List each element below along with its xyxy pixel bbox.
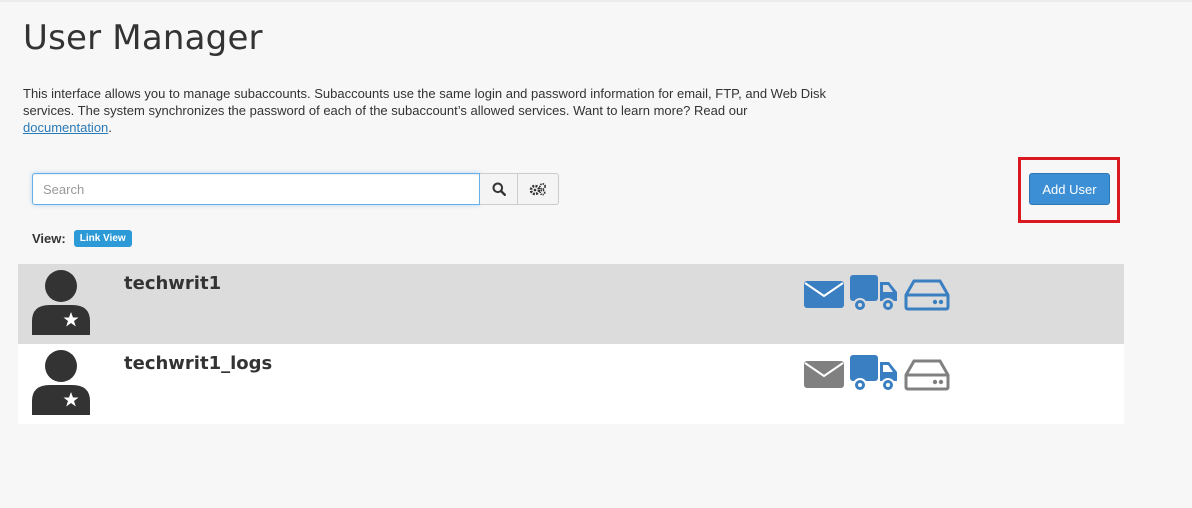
- envelope-icon: [804, 361, 844, 388]
- envelope-icon: [804, 281, 844, 308]
- description-suffix: .: [108, 120, 112, 135]
- view-switcher: View: Link View: [32, 230, 132, 247]
- truck-icon: [850, 275, 897, 312]
- user-avatar-icon: [32, 270, 90, 335]
- user-row[interactable]: techwrit1: [18, 264, 1124, 344]
- settings-button[interactable]: [518, 173, 559, 205]
- search-group: [32, 173, 559, 205]
- description-text: This interface allows you to manage suba…: [23, 86, 827, 118]
- username[interactable]: techwrit1: [124, 273, 221, 294]
- gears-icon: [529, 183, 546, 196]
- email-service[interactable]: [804, 278, 844, 310]
- top-border: [0, 0, 1192, 2]
- service-icons: [804, 354, 956, 394]
- search-icon: [492, 182, 506, 196]
- view-label: View:: [32, 231, 66, 246]
- user-avatar-icon: [32, 350, 90, 415]
- documentation-link[interactable]: documentation: [23, 120, 108, 135]
- truck-icon: [850, 355, 897, 392]
- page-title: User Manager: [23, 18, 263, 58]
- hard-drive-icon: [904, 279, 950, 311]
- user-row[interactable]: techwrit1_logs: [18, 344, 1124, 424]
- page-description: This interface allows you to manage suba…: [23, 85, 853, 136]
- link-view-badge[interactable]: Link View: [73, 230, 132, 247]
- search-input[interactable]: [32, 173, 480, 205]
- ftp-service[interactable]: [850, 354, 898, 394]
- search-button[interactable]: [480, 173, 518, 205]
- hard-drive-icon: [904, 359, 950, 391]
- ftp-service[interactable]: [850, 274, 898, 314]
- service-icons: [804, 274, 956, 314]
- add-user-button[interactable]: Add User: [1029, 173, 1110, 205]
- username[interactable]: techwrit1_logs: [124, 353, 272, 374]
- webdisk-service[interactable]: [904, 277, 950, 311]
- user-list: techwrit1 techwrit1_logs: [18, 264, 1124, 424]
- webdisk-service[interactable]: [904, 357, 950, 391]
- email-service[interactable]: [804, 358, 844, 390]
